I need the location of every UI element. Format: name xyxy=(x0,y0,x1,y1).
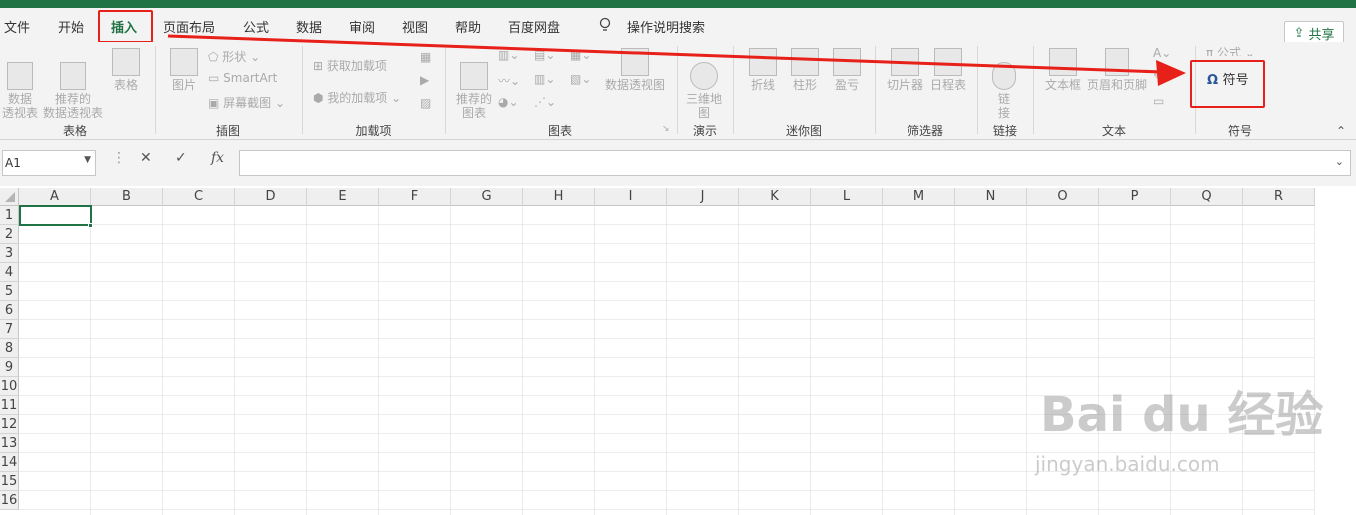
row-header[interactable]: 9 xyxy=(0,358,19,377)
cancel-icon[interactable]: ✕ xyxy=(140,150,152,166)
fill-handle[interactable] xyxy=(88,223,93,228)
row-header[interactable]: 12 xyxy=(0,415,19,434)
row-header[interactable]: 5 xyxy=(0,282,19,301)
formula-input[interactable]: ⌄ xyxy=(239,150,1351,176)
row-header[interactable]: 10 xyxy=(0,377,19,396)
name-box[interactable]: A1 ▼ xyxy=(2,150,96,176)
row-header[interactable]: 1 xyxy=(0,206,19,225)
column-header[interactable]: L xyxy=(811,188,883,206)
select-all-icon xyxy=(5,192,15,202)
column-header[interactable]: K xyxy=(739,188,811,206)
formula-bar-grip-icon: ⋮ xyxy=(112,150,126,166)
row-header[interactable]: 2 xyxy=(0,225,19,244)
column-header[interactable]: N xyxy=(955,188,1027,206)
row-header[interactable]: 11 xyxy=(0,396,19,415)
row-header[interactable]: 13 xyxy=(0,434,19,453)
column-header[interactable]: J xyxy=(667,188,739,206)
active-cell-A1[interactable] xyxy=(19,205,92,226)
enter-icon[interactable]: ✓ xyxy=(175,150,187,166)
column-header[interactable]: B xyxy=(91,188,163,206)
row-header[interactable]: 3 xyxy=(0,244,19,263)
baidu-watermark: Bai du 经验 xyxy=(1040,387,1324,443)
column-header[interactable]: H xyxy=(523,188,595,206)
column-header[interactable]: D xyxy=(235,188,307,206)
row-header[interactable]: 15 xyxy=(0,472,19,491)
column-header[interactable]: A xyxy=(19,188,91,206)
column-header[interactable]: R xyxy=(1243,188,1315,206)
baidu-watermark-url: jingyan.baidu.com xyxy=(1035,452,1220,476)
row-header[interactable]: 7 xyxy=(0,320,19,339)
expand-formula-icon[interactable]: ⌄ xyxy=(1335,155,1344,168)
column-header[interactable]: Q xyxy=(1171,188,1243,206)
row-header[interactable]: 16 xyxy=(0,491,19,510)
select-all-button[interactable] xyxy=(0,188,19,206)
column-header[interactable]: P xyxy=(1099,188,1171,206)
vertical-scroll-area[interactable] xyxy=(1336,188,1356,515)
formula-bar: A1 ▼ ⋮ ✕ ✓ fx ⌄ xyxy=(0,140,1356,186)
column-header[interactable]: F xyxy=(379,188,451,206)
column-header[interactable]: E xyxy=(307,188,379,206)
column-header[interactable]: G xyxy=(451,188,523,206)
column-header[interactable]: I xyxy=(595,188,667,206)
insert-function-icon[interactable]: fx xyxy=(211,150,224,166)
column-header[interactable]: O xyxy=(1027,188,1099,206)
row-header[interactable]: 14 xyxy=(0,453,19,472)
column-header[interactable]: M xyxy=(883,188,955,206)
name-box-dropdown-icon[interactable]: ▼ xyxy=(84,155,91,165)
row-header[interactable]: 8 xyxy=(0,339,19,358)
row-header[interactable]: 6 xyxy=(0,301,19,320)
row-header[interactable]: 4 xyxy=(0,263,19,282)
column-header[interactable]: C xyxy=(163,188,235,206)
